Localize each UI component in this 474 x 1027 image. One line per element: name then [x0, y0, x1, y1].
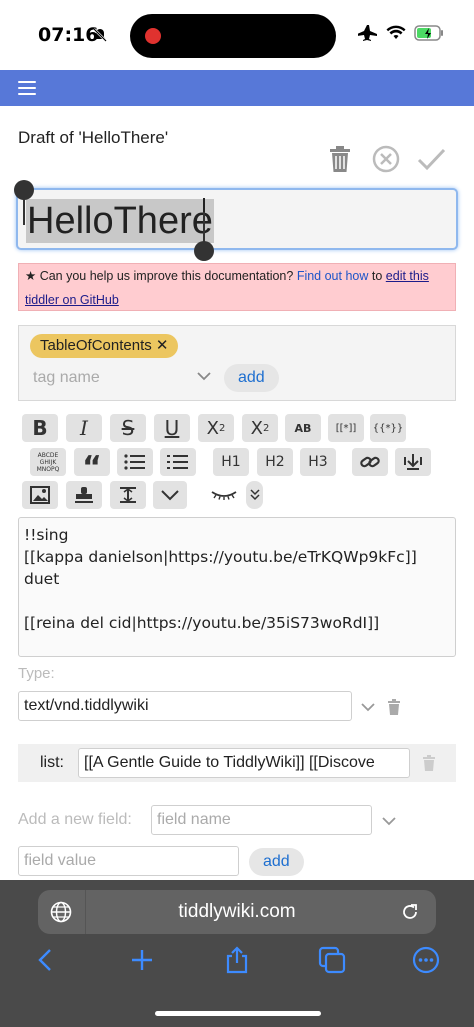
cancel-icon[interactable] [371, 144, 401, 174]
selection-start-stem [23, 195, 25, 225]
underline-button[interactable]: U [154, 414, 190, 442]
tag-label: TableOfContents [40, 337, 152, 354]
tabs-overview-icon[interactable] [318, 946, 346, 974]
battery-charging-icon [414, 25, 443, 41]
body-text-editor[interactable]: !!sing [[kappa danielson|https://youtu.b… [18, 517, 456, 657]
back-icon[interactable] [32, 946, 60, 974]
share-icon[interactable] [223, 946, 251, 974]
status-bar: 07:16 [0, 0, 474, 70]
type-label: Type: [18, 665, 55, 682]
remove-tag-icon[interactable]: ✕ [156, 337, 169, 354]
chevron-down-icon [161, 490, 179, 501]
bullet-list-icon [124, 454, 145, 470]
link-button[interactable] [352, 448, 388, 476]
add-tag-button[interactable]: add [224, 364, 279, 392]
double-chevron-down-icon [249, 489, 260, 501]
add-field-label: Add a new field: [18, 811, 132, 828]
browser-bottom-bar: tiddlywiki.com [0, 880, 474, 1027]
list-input[interactable]: [[A Gentle Guide to TiddlyWiki]] [[Disco… [78, 748, 410, 778]
bullet-list-button[interactable] [117, 448, 153, 476]
superscript-button[interactable]: X2 [198, 414, 234, 442]
title-input[interactable]: HelloThere [16, 188, 458, 250]
size-button[interactable] [110, 481, 146, 509]
banner-middle-text: to [371, 269, 383, 283]
preview-button[interactable] [206, 481, 242, 509]
edit-on-github-link[interactable]: edit this [386, 269, 429, 283]
closed-eye-icon [211, 491, 237, 500]
heading1-button[interactable]: H1 [213, 448, 249, 476]
add-field-button[interactable]: add [249, 848, 304, 876]
selection-end-handle[interactable] [194, 241, 214, 261]
type-delete-trash-icon[interactable] [387, 699, 401, 715]
stamp-icon [75, 487, 93, 503]
picture-button[interactable] [22, 481, 58, 509]
wifi-icon [386, 25, 406, 39]
list-field-row: list: [[A Gentle Guide to TiddlyWiki]] [… [18, 744, 456, 782]
wikilink-button[interactable]: [[*]] [328, 414, 364, 442]
airplane-icon [358, 25, 377, 41]
field-name-input[interactable]: field name [151, 805, 372, 835]
tag-name-input[interactable]: tag name [29, 363, 189, 393]
mono-block-button[interactable]: AB [285, 414, 321, 442]
heading3-button[interactable]: H3 [300, 448, 336, 476]
improve-docs-banner: ★ Can you help us improve this documenta… [18, 263, 456, 311]
new-tab-plus-icon[interactable] [128, 946, 156, 974]
banner-text: Can you help us improve this documentati… [39, 269, 294, 283]
draft-heading: Draft of 'HelloThere' [18, 128, 169, 147]
transclude-button[interactable] [395, 448, 431, 476]
status-time: 07:16 [38, 24, 99, 46]
stamp-button[interactable] [66, 481, 102, 509]
numbered-list-button[interactable] [160, 448, 196, 476]
home-indicator [155, 1011, 321, 1016]
list-label: list: [40, 754, 64, 771]
link-icon [360, 456, 380, 468]
italic-button[interactable]: I [66, 414, 102, 442]
heading2-button[interactable]: H2 [257, 448, 293, 476]
numbered-list-icon [167, 455, 188, 469]
subscript-button[interactable]: X2 [242, 414, 278, 442]
transclude-icon [404, 454, 422, 470]
save-checkmark-icon[interactable] [416, 144, 446, 174]
tag-pill[interactable]: TableOfContents ✕ [30, 334, 179, 358]
find-out-how-link[interactable]: Find out how [297, 269, 369, 283]
recording-indicator-icon [145, 28, 161, 44]
title-selected-text[interactable]: HelloThere [26, 199, 214, 243]
address-bar[interactable]: tiddlywiki.com [38, 890, 436, 934]
transclusion-button[interactable]: {{*}} [370, 414, 406, 442]
reload-icon[interactable] [400, 902, 420, 922]
list-delete-trash-icon[interactable] [422, 755, 436, 771]
more-dropdown-button[interactable] [153, 481, 187, 509]
dynamic-island [130, 14, 336, 58]
quote-button[interactable]: “ [74, 448, 110, 485]
field-value-input[interactable]: field value [18, 846, 239, 876]
delete-trash-icon[interactable] [325, 144, 355, 174]
bell-muted-icon [93, 28, 107, 42]
star-icon: ★ [25, 269, 37, 283]
size-icon [120, 487, 136, 503]
tag-dropdown-chevron-icon[interactable] [196, 370, 212, 382]
picture-icon [30, 486, 50, 504]
field-name-dropdown-chevron-icon[interactable] [381, 815, 397, 827]
edit-on-github-link-cont[interactable]: tiddler on GitHub [25, 293, 119, 307]
excise-button[interactable]: ABCDE GHIJK MNOPQ [30, 448, 66, 476]
bold-button[interactable]: B [22, 414, 58, 442]
strikethrough-button[interactable]: S [110, 414, 146, 442]
top-nav [0, 70, 474, 106]
overflow-button[interactable] [246, 481, 263, 509]
status-icons [358, 24, 444, 42]
tags-editor: TableOfContents ✕ tag name add [18, 325, 456, 401]
type-input[interactable]: text/vnd.tiddlywiki [18, 691, 352, 721]
type-dropdown-chevron-icon[interactable] [360, 701, 376, 713]
hamburger-icon[interactable] [18, 81, 36, 95]
more-options-icon[interactable] [412, 946, 440, 974]
url-text[interactable]: tiddlywiki.com [38, 901, 436, 923]
